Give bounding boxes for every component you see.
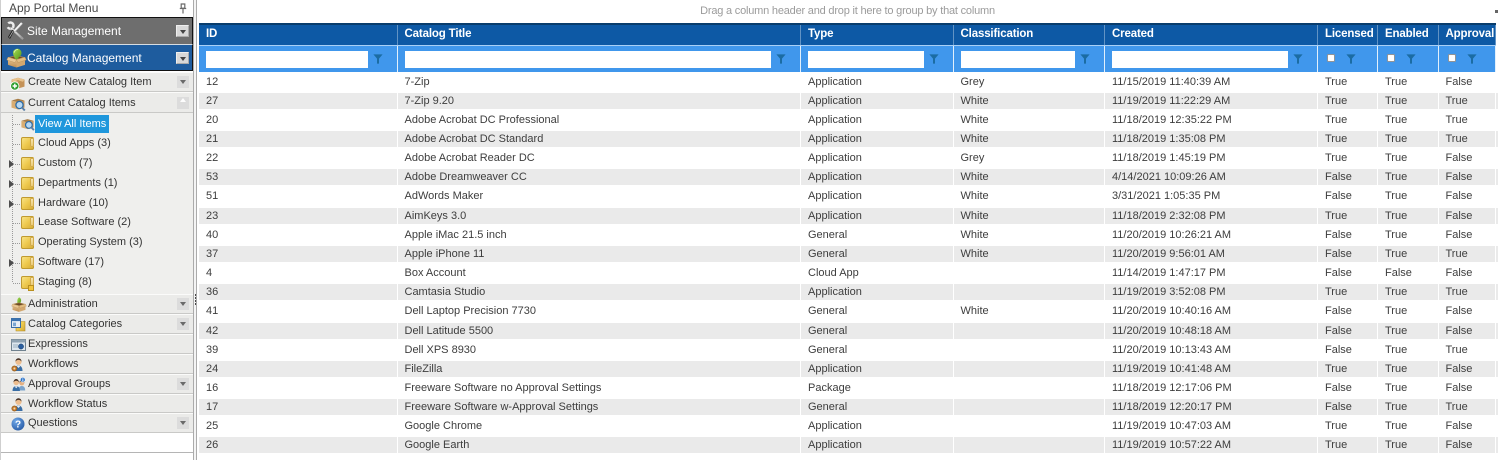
svg-text:?: ? [15, 420, 21, 431]
